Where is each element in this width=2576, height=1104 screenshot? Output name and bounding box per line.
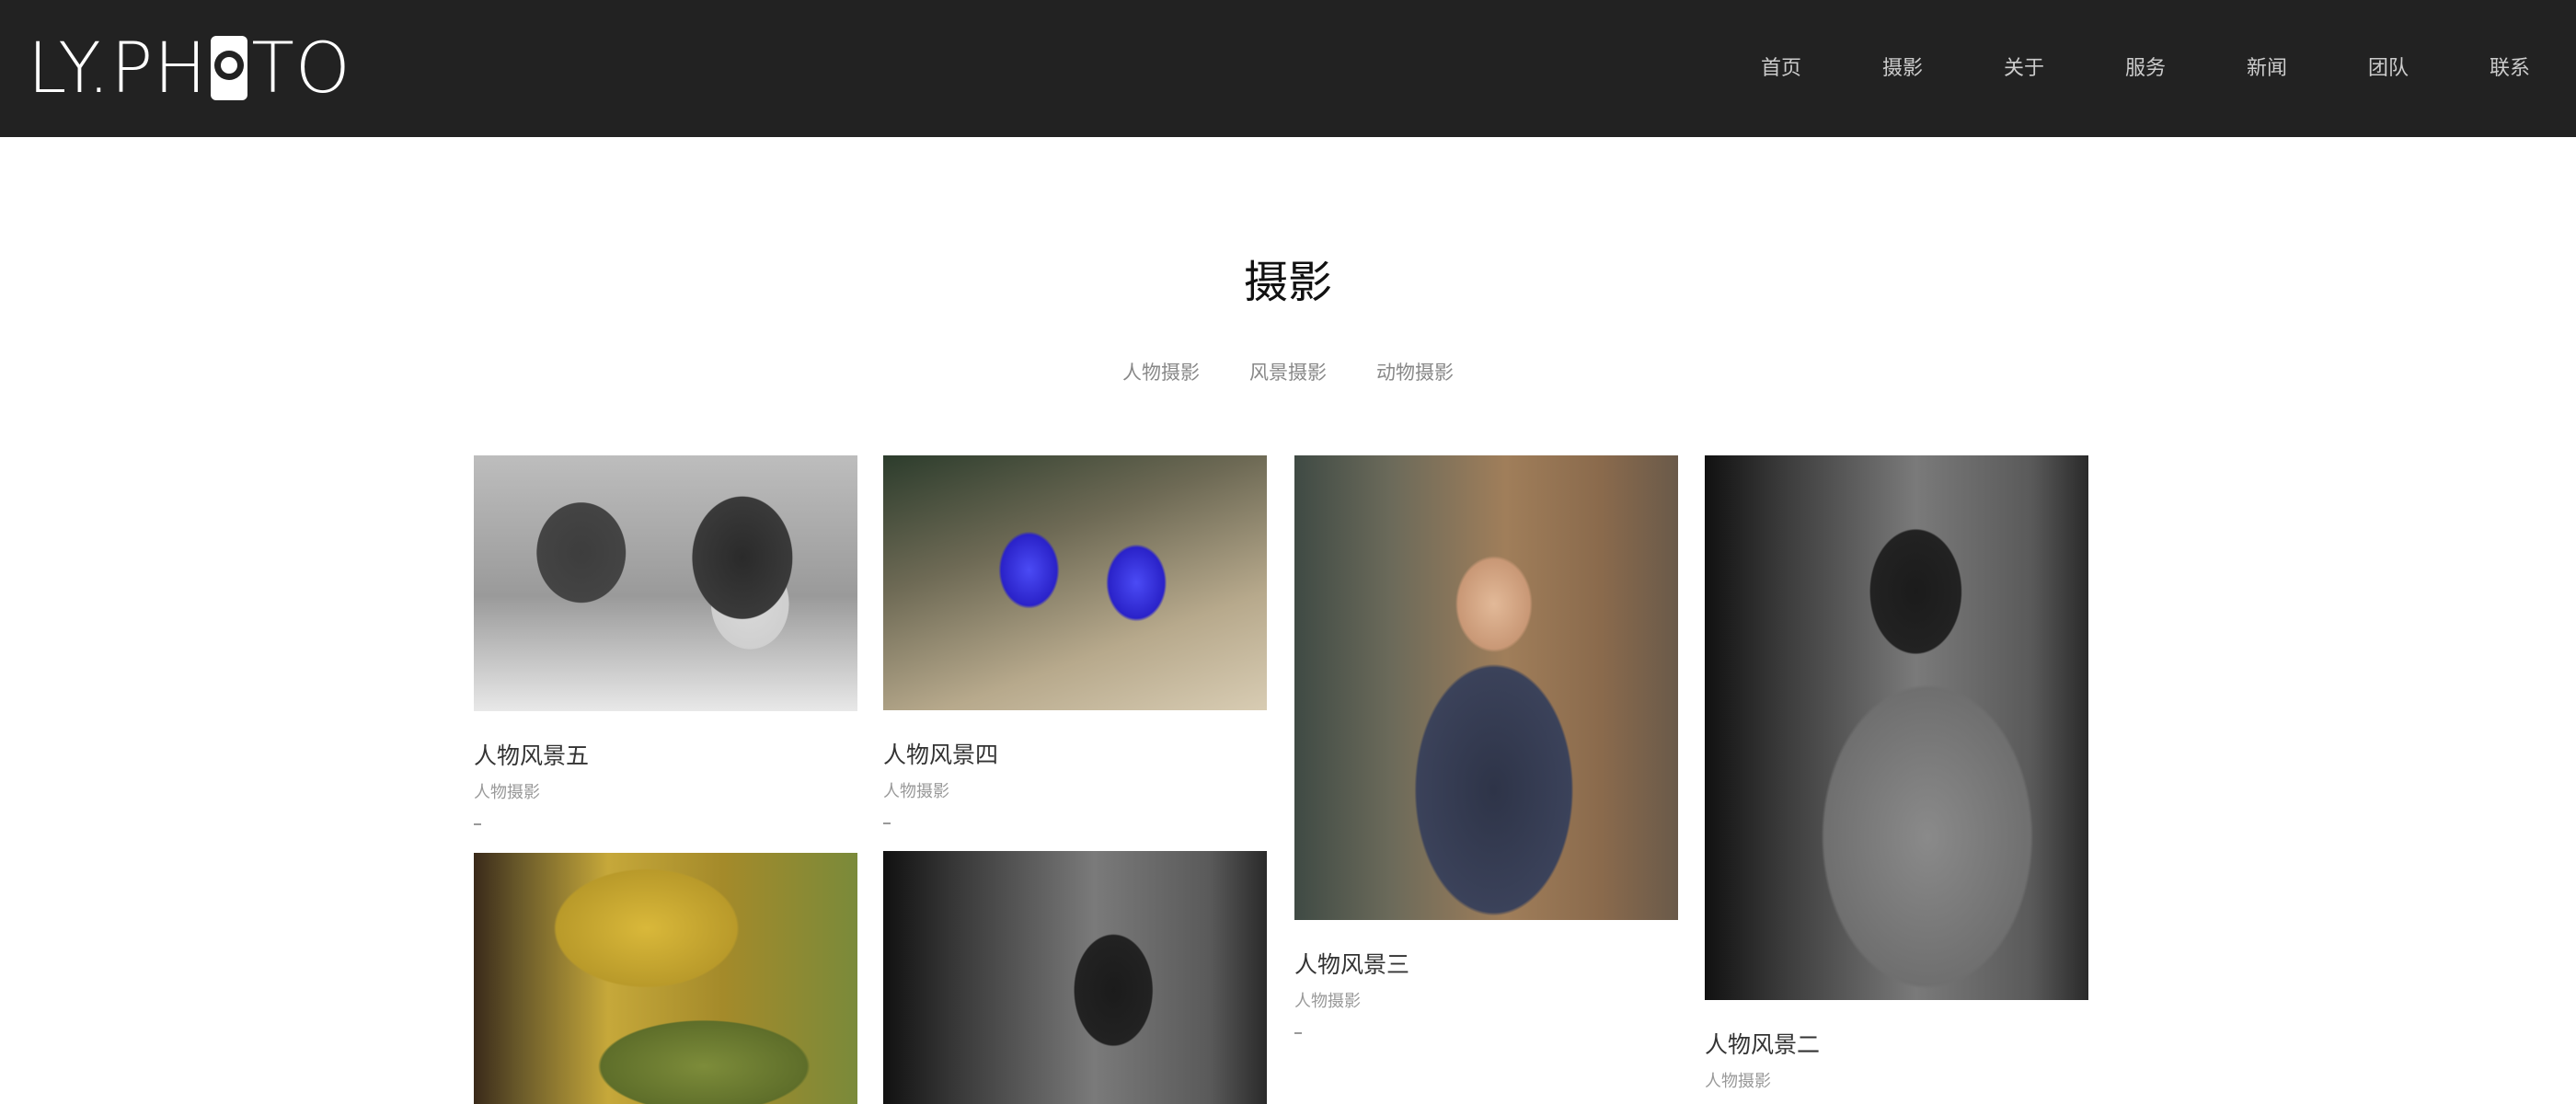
gallery-card[interactable] (474, 853, 857, 1104)
site-header: LY.PH TO 首页 摄影 关于 服务 新闻 团队 联系 (0, 0, 2576, 137)
filter-portrait[interactable]: 人物摄影 (1122, 359, 1200, 386)
nav-item-team[interactable]: 团队 (2328, 55, 2449, 83)
card-image[interactable] (1705, 455, 2088, 1000)
nav-item-home[interactable]: 首页 (1720, 55, 1842, 83)
card-image[interactable] (474, 853, 857, 1104)
logo-text-left: LY.PH (28, 27, 208, 109)
gallery-card[interactable] (883, 851, 1267, 1104)
gallery-card[interactable]: 人物风景二 人物摄影 (1705, 455, 2088, 1094)
card-title[interactable]: 人物风景三 (1294, 949, 1678, 981)
card-category: 人物摄影 (474, 783, 540, 802)
card-category: 人物摄影 (1294, 992, 1361, 1011)
card-title[interactable]: 人物风景五 (474, 741, 857, 772)
nav-item-about[interactable]: 关于 (1963, 55, 2085, 83)
card-image[interactable] (883, 851, 1267, 1104)
card-divider (883, 822, 891, 824)
card-image[interactable] (1294, 455, 1678, 920)
filter-landscape[interactable]: 风景摄影 (1249, 359, 1327, 386)
logo-text-right: TO (251, 27, 351, 109)
card-divider (474, 823, 481, 825)
gallery-card[interactable]: 人物风景四 人物摄影 (883, 455, 1267, 824)
nav-item-news[interactable]: 新闻 (2206, 55, 2328, 83)
site-logo[interactable]: LY.PH TO (28, 33, 351, 103)
gallery-card[interactable]: 人物风景五 人物摄影 (474, 455, 857, 825)
card-divider (1294, 1032, 1302, 1034)
main-nav: 首页 摄影 关于 服务 新闻 团队 联系 (1720, 55, 2570, 83)
card-category: 人物摄影 (883, 782, 949, 801)
nav-item-services[interactable]: 服务 (2085, 55, 2206, 83)
card-title[interactable]: 人物风景二 (1705, 1029, 2088, 1061)
card-title[interactable]: 人物风景四 (883, 740, 1267, 771)
nav-item-contact[interactable]: 联系 (2449, 55, 2570, 83)
category-filters: 人物摄影 风景摄影 动物摄影 (0, 359, 2576, 386)
nav-item-photography[interactable]: 摄影 (1842, 55, 1963, 83)
card-image[interactable] (883, 455, 1267, 710)
card-category: 人物摄影 (1705, 1072, 1771, 1091)
gallery-card[interactable]: 人物风景三 人物摄影 (1294, 455, 1678, 1034)
card-image[interactable] (474, 455, 857, 711)
camera-icon (211, 36, 248, 100)
page-title: 摄影 (1243, 257, 1332, 308)
filter-animal[interactable]: 动物摄影 (1376, 359, 1454, 386)
